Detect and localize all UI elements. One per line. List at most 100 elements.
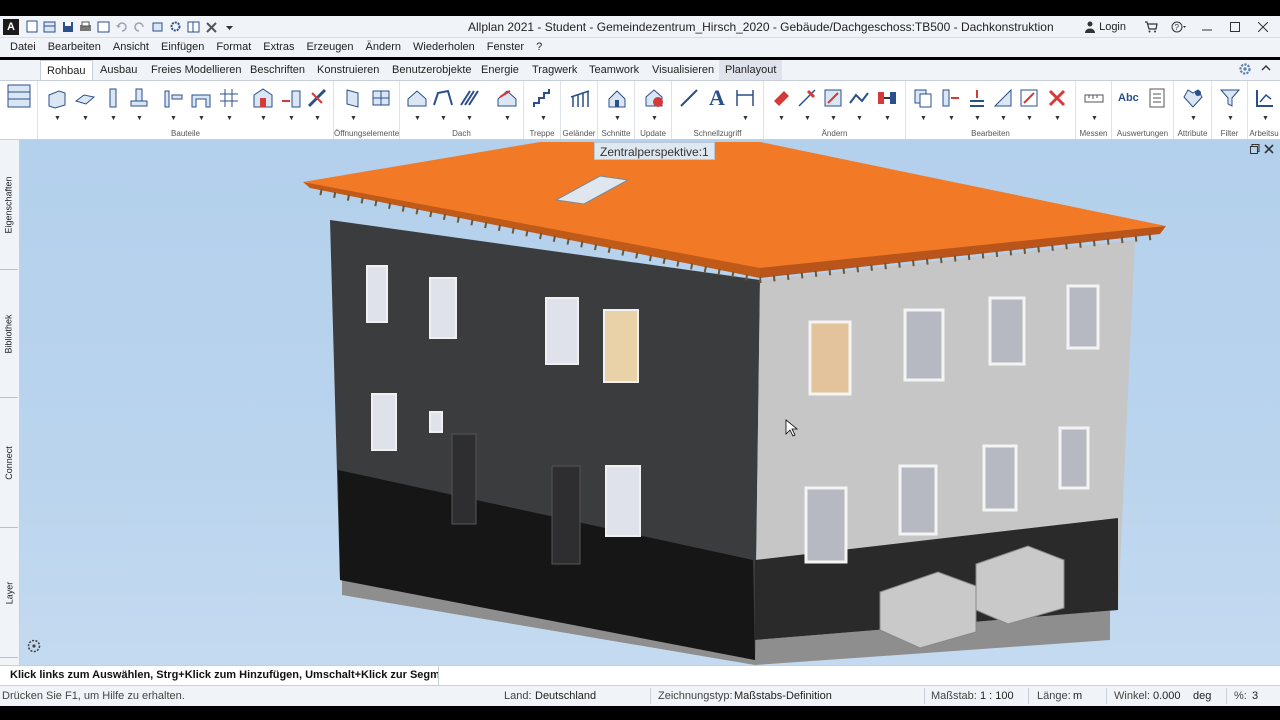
menu-einfuegen[interactable]: Einfügen — [155, 38, 210, 57]
delete-icon[interactable]: ▼ — [1046, 87, 1068, 122]
eraser-icon[interactable]: ▼ — [770, 87, 792, 122]
help-icon[interactable]: ? — [1168, 19, 1190, 35]
door-icon[interactable]: ▼ — [342, 87, 364, 122]
slab-icon[interactable]: ▼ — [74, 87, 96, 122]
viewport-3d[interactable]: Zentralperspektive:1 — [20, 140, 1280, 665]
menu-extras[interactable]: Extras — [257, 38, 300, 57]
menu-format[interactable]: Format — [210, 38, 257, 57]
roof-icon[interactable]: ▼ — [406, 87, 428, 122]
tab-benutzerobjekte[interactable]: Benutzerobjekte — [386, 60, 478, 80]
side-tab-eigenschaften[interactable]: Eigenschaften — [0, 140, 18, 270]
scale-icon[interactable]: ▼ — [1018, 87, 1040, 122]
refresh-icon[interactable] — [150, 19, 165, 34]
app-logo-icon[interactable]: A — [3, 19, 19, 35]
preview-icon[interactable] — [96, 19, 111, 34]
window[interactable] — [804, 486, 848, 564]
stair-icon[interactable]: ▼ — [532, 87, 554, 122]
project-icon[interactable] — [42, 19, 57, 34]
report-icon[interactable] — [1146, 87, 1168, 109]
menu-help[interactable]: ? — [530, 38, 548, 57]
wall-icon[interactable]: ▼ — [46, 87, 68, 122]
door[interactable] — [551, 465, 581, 565]
minimize-icon[interactable] — [1196, 19, 1218, 35]
side-tab-layer[interactable]: Layer — [0, 528, 18, 658]
menu-wiederholen[interactable]: Wiederholen — [407, 38, 481, 57]
window-element-icon[interactable] — [370, 87, 392, 109]
rotate-icon[interactable]: ▼ — [992, 87, 1014, 122]
window[interactable] — [808, 320, 852, 396]
beam-icon[interactable]: ▼ — [162, 87, 184, 122]
tab-konstruieren[interactable]: Konstruieren — [311, 60, 385, 80]
cart-icon[interactable] — [1140, 19, 1162, 35]
tab-rohbau[interactable]: Rohbau — [40, 60, 93, 80]
tab-ausbau[interactable]: Ausbau — [94, 60, 143, 80]
ribbon-settings-icon[interactable] — [1238, 62, 1252, 79]
attribute-icon[interactable]: ▼ — [1182, 87, 1204, 122]
navigation-icon[interactable] — [26, 638, 42, 657]
ribbon-collapse-icon[interactable] — [1260, 62, 1272, 77]
building-model[interactable] — [20, 140, 1280, 665]
building-structure-icon[interactable] — [6, 83, 31, 108]
menu-ansicht[interactable]: Ansicht — [107, 38, 155, 57]
window[interactable] — [988, 296, 1026, 366]
status-winkel-value[interactable]: 0.000 — [1153, 690, 1181, 702]
tab-beschriften[interactable]: Beschriften — [244, 60, 311, 80]
tools-icon[interactable] — [204, 19, 219, 34]
menu-datei[interactable]: Datei — [4, 38, 42, 57]
status-laenge-value[interactable]: m — [1073, 690, 1082, 702]
window[interactable] — [545, 297, 579, 365]
window[interactable] — [982, 444, 1018, 512]
dimension-line-icon[interactable]: ▼ — [734, 87, 756, 122]
view-close-icon[interactable] — [1264, 144, 1274, 157]
layout-icon[interactable] — [186, 19, 201, 34]
recess-icon[interactable]: ▼ — [306, 87, 328, 122]
workspace-icon[interactable]: ▼ — [1254, 87, 1276, 122]
tab-visualisieren[interactable]: Visualisieren — [646, 60, 720, 80]
status-percent-value[interactable]: 3 — [1252, 690, 1258, 702]
status-massstab-value[interactable]: 1 : 100 — [980, 690, 1014, 702]
railing-icon[interactable] — [569, 87, 591, 109]
column-icon[interactable]: ▼ — [102, 87, 124, 122]
window[interactable] — [429, 411, 443, 433]
save-icon[interactable] — [60, 19, 75, 34]
print-icon[interactable] — [78, 19, 93, 34]
stretch-icon[interactable]: ▼ — [848, 87, 870, 122]
niche-icon[interactable]: ▼ — [280, 87, 302, 122]
window[interactable] — [371, 393, 397, 451]
tab-planlayout[interactable]: Planlayout — [719, 60, 783, 80]
window[interactable] — [366, 265, 388, 323]
roof-covering-icon[interactable]: ▼ — [496, 87, 518, 122]
rafter-icon[interactable]: ▼ — [458, 87, 480, 122]
side-tab-bibliothek[interactable]: Bibliothek — [0, 270, 18, 398]
window[interactable] — [429, 277, 457, 339]
redo-icon[interactable] — [132, 19, 147, 34]
text-tool-icon[interactable]: A — [706, 87, 728, 109]
join-icon[interactable]: ▼ — [876, 87, 898, 122]
window[interactable] — [903, 308, 945, 382]
status-land-value[interactable]: Deutschland — [535, 690, 596, 702]
window[interactable] — [1058, 426, 1090, 490]
move-icon[interactable]: ▼ — [822, 87, 844, 122]
modify-line-icon[interactable]: ▼ — [796, 87, 818, 122]
copy-icon[interactable]: ▼ — [912, 87, 934, 122]
login-button[interactable]: Login — [1085, 21, 1126, 33]
section-icon[interactable]: ▼ — [606, 87, 628, 122]
tab-teamwork[interactable]: Teamwork — [583, 60, 645, 80]
menu-bearbeiten[interactable]: Bearbeiten — [42, 38, 107, 57]
prompt-input[interactable] — [438, 666, 1280, 685]
menu-aendern[interactable]: Ändern — [360, 38, 407, 57]
new-icon[interactable] — [24, 19, 39, 34]
foundation-icon[interactable]: ▼ — [128, 87, 150, 122]
close-icon[interactable] — [1252, 19, 1274, 35]
measure-icon[interactable]: ▼ — [1083, 87, 1105, 122]
side-tab-connect[interactable]: Connect — [0, 398, 18, 528]
menu-fenster[interactable]: Fenster — [481, 38, 530, 57]
menu-erzeugen[interactable]: Erzeugen — [300, 38, 359, 57]
window[interactable] — [1066, 284, 1100, 350]
window[interactable] — [898, 464, 938, 536]
door[interactable] — [451, 433, 477, 525]
opening-icon[interactable]: ▼ — [252, 87, 274, 122]
filter-icon[interactable]: ▼ — [1219, 87, 1241, 122]
tab-energie[interactable]: Energie — [475, 60, 525, 80]
tab-freies-modellieren[interactable]: Freies Modellieren — [145, 60, 247, 80]
